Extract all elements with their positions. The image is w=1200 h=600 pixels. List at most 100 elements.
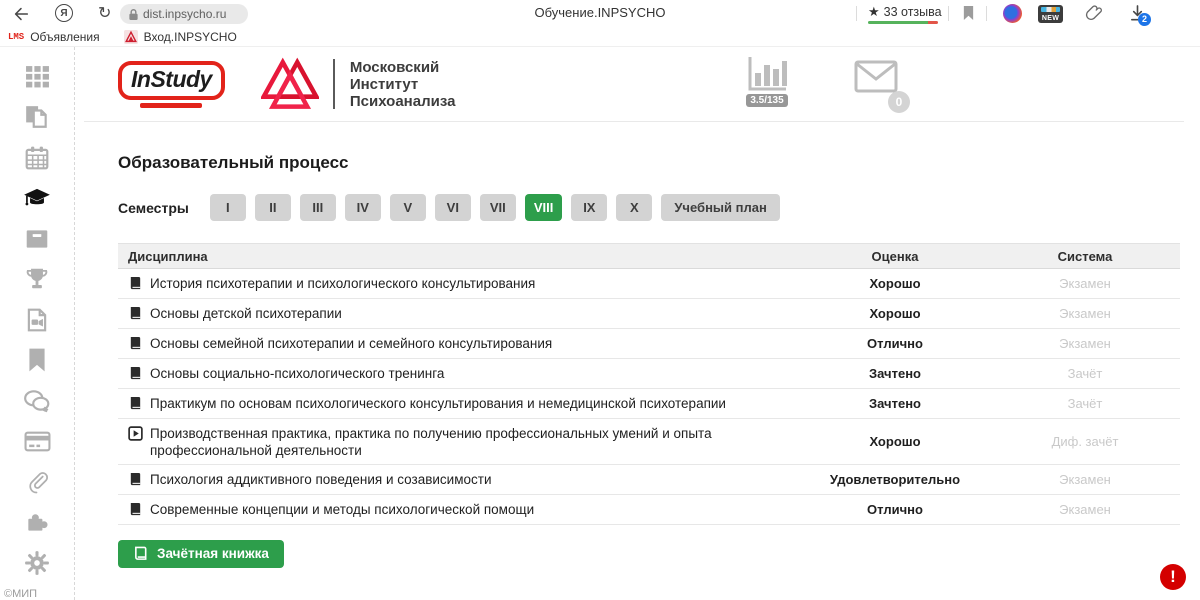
bookmark-login[interactable]: Вход.INPSYCHO xyxy=(124,30,237,44)
new-label: NEW xyxy=(1042,14,1059,23)
puzzle-icon xyxy=(24,509,50,535)
toolbar-separator xyxy=(986,6,987,21)
reviews-rating[interactable]: ★ 33 отзыва xyxy=(868,4,942,20)
bookmark-flag-icon xyxy=(962,5,975,21)
semester-tab-8-active[interactable]: VIII xyxy=(525,194,563,221)
bookmark-lms[interactable]: LMS Объявления xyxy=(8,30,100,44)
address-bar[interactable]: dist.inpsycho.ru xyxy=(120,4,248,24)
table-row[interactable]: Основы семейной психотерапии и семейного… xyxy=(118,329,1180,359)
grading-system: Зачёт xyxy=(990,366,1180,381)
discipline-name: Производственная практика, практика по п… xyxy=(150,425,800,459)
toolbar-separator xyxy=(856,6,857,21)
sidebar-item-documents[interactable] xyxy=(22,104,52,131)
discipline-name: История психотерапии и психологического … xyxy=(150,275,535,292)
grading-system: Экзамен xyxy=(990,276,1180,291)
lock-icon xyxy=(128,8,139,21)
grades-table: Дисциплина Оценка Система История психот… xyxy=(118,243,1180,525)
semester-tab-1[interactable]: I xyxy=(210,194,246,221)
table-row[interactable]: История психотерапии и психологического … xyxy=(118,269,1180,299)
trophy-icon xyxy=(24,266,50,292)
grading-system: Диф. зачёт xyxy=(990,434,1180,449)
main-content: InStudy Московский Институт Психоанализа… xyxy=(76,47,1200,600)
column-system: Система xyxy=(990,249,1180,264)
page-title: Образовательный процесс xyxy=(118,153,1180,173)
archive-box-icon xyxy=(24,227,50,251)
bar-chart-icon xyxy=(744,55,790,93)
semesters-label: Семестры xyxy=(118,200,189,216)
credit-card-icon xyxy=(24,430,51,453)
sidebar-item-education[interactable] xyxy=(22,185,52,212)
bookmark-label: Вход.INPSYCHO xyxy=(144,30,237,44)
instudy-logo[interactable]: InStudy xyxy=(118,61,225,108)
discipline-name: Основы детской психотерапии xyxy=(150,305,342,322)
gradebook-book-icon xyxy=(133,546,149,561)
copyright-label: ©МИП xyxy=(4,588,37,600)
grade-value: Хорошо xyxy=(800,276,990,291)
book-icon xyxy=(128,336,143,351)
book-icon xyxy=(128,276,143,291)
star-icon: ★ xyxy=(868,4,880,20)
discipline-name: Основы семейной психотерапии и семейного… xyxy=(150,335,552,352)
table-row[interactable]: Производственная практика, практика по п… xyxy=(118,419,1180,465)
table-row[interactable]: Практикум по основам психологического ко… xyxy=(118,389,1180,419)
sidebar-item-bookmarks[interactable] xyxy=(22,347,52,374)
graduation-cap-icon xyxy=(22,185,52,211)
sidebar-item-grid[interactable] xyxy=(22,63,52,90)
messages-button[interactable]: 0 xyxy=(854,60,898,107)
sidebar-item-settings[interactable] xyxy=(22,549,52,576)
semester-switcher: Семестры I II III IV V VI VII VIII IX X … xyxy=(118,194,1180,221)
video-play-icon xyxy=(128,426,143,441)
semester-tab-7[interactable]: VII xyxy=(480,194,516,221)
extension-art xyxy=(1041,7,1060,12)
semester-tab-5[interactable]: V xyxy=(390,194,426,221)
curriculum-plan-button[interactable]: Учебный план xyxy=(661,194,779,221)
messages-count-badge: 0 xyxy=(888,91,910,113)
grade-value: Зачтено xyxy=(800,396,990,411)
table-row[interactable]: Основы социально-психологического тренин… xyxy=(118,359,1180,389)
table-row[interactable]: Психология аддиктивного поведения и соза… xyxy=(118,465,1180,495)
semester-tab-10[interactable]: X xyxy=(616,194,652,221)
reviews-rating-bar xyxy=(868,21,938,24)
gear-icon xyxy=(24,550,50,576)
downloads-count-badge: 2 xyxy=(1138,13,1151,26)
grading-system: Экзамен xyxy=(990,472,1180,487)
logo-divider xyxy=(333,59,335,109)
back-button[interactable] xyxy=(12,5,30,23)
sidebar-item-messages[interactable] xyxy=(22,387,52,414)
sidebar-item-awards[interactable] xyxy=(22,266,52,293)
table-row[interactable]: Основы детской психотерапии Хорошо Экзам… xyxy=(118,299,1180,329)
new-tab-extension-icon[interactable]: NEW xyxy=(1038,5,1063,23)
semester-tab-9[interactable]: IX xyxy=(571,194,607,221)
url-text: dist.inpsycho.ru xyxy=(143,7,226,21)
extension-icon[interactable] xyxy=(1003,4,1022,23)
progress-stats-button[interactable]: 3.5/135 xyxy=(744,55,790,107)
semester-tab-6[interactable]: VI xyxy=(435,194,471,221)
discipline-name: Психология аддиктивного поведения и соза… xyxy=(150,471,491,488)
app-sidebar: ©МИП xyxy=(0,47,75,600)
sidebar-item-archive[interactable] xyxy=(22,225,52,252)
sidebar-item-calendar[interactable] xyxy=(22,144,52,171)
gradebook-button[interactable]: Зачётная книжка xyxy=(118,540,284,568)
grid-icon xyxy=(25,64,50,89)
gradebook-button-label: Зачётная книжка xyxy=(157,546,269,561)
calendar-icon xyxy=(24,145,50,171)
progress-stats-badge: 3.5/135 xyxy=(746,94,787,107)
grade-value: Зачтено xyxy=(800,366,990,381)
error-alert-badge[interactable]: ! xyxy=(1160,564,1186,590)
sidebar-item-extensions[interactable] xyxy=(22,509,52,536)
collections-button[interactable] xyxy=(1082,4,1102,23)
bookmark-page-button[interactable] xyxy=(962,5,975,21)
refresh-button[interactable]: ↻ xyxy=(98,3,111,23)
table-row[interactable]: Современные концепции и методы психологи… xyxy=(118,495,1180,525)
grading-system: Экзамен xyxy=(990,502,1180,517)
semester-tab-2[interactable]: II xyxy=(255,194,291,221)
column-grade: Оценка xyxy=(800,249,990,264)
sidebar-item-video-lessons[interactable] xyxy=(22,306,52,333)
envelope-icon xyxy=(854,60,898,93)
semester-tab-4[interactable]: IV xyxy=(345,194,381,221)
semester-tab-3[interactable]: III xyxy=(300,194,336,221)
sidebar-item-payments[interactable] xyxy=(22,428,52,455)
grade-value: Хорошо xyxy=(800,306,990,321)
sidebar-item-attachments[interactable] xyxy=(22,468,52,495)
browser-profile-icon[interactable]: Я xyxy=(55,4,73,22)
